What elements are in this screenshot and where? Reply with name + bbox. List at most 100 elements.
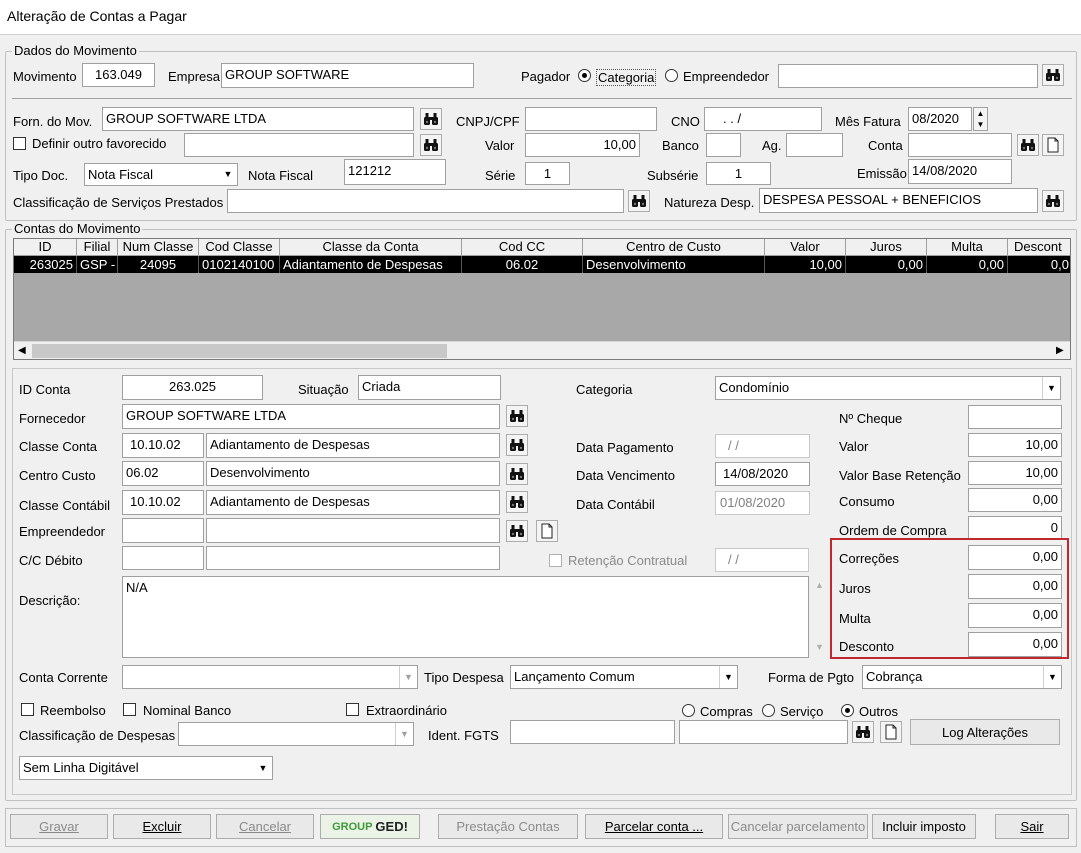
tipo-despesa-select[interactable]: Lançamento Comum ▼ bbox=[510, 665, 738, 689]
retencao-checkbox[interactable] bbox=[549, 554, 562, 567]
subserie-field[interactable]: 1 bbox=[706, 162, 771, 185]
movimento-field[interactable]: 163.049 bbox=[82, 63, 155, 87]
classe-conta-code[interactable]: 10.10.02 bbox=[122, 433, 204, 458]
grid-header-cod-cc[interactable]: Cod CC bbox=[462, 239, 583, 256]
banco-field[interactable] bbox=[706, 133, 741, 157]
serie-field[interactable]: 1 bbox=[525, 162, 570, 185]
centro-custo-code[interactable]: 06.02 bbox=[122, 461, 204, 486]
fornecedor-field[interactable]: GROUP SOFTWARE LTDA bbox=[122, 404, 500, 429]
definir-search-button[interactable] bbox=[420, 134, 442, 156]
class-servicos-field[interactable] bbox=[227, 189, 624, 213]
radio-empreendedor[interactable] bbox=[665, 69, 678, 82]
definir-field[interactable] bbox=[184, 133, 414, 157]
radio-outros[interactable] bbox=[841, 704, 854, 717]
conta-corrente-select[interactable]: ▼ bbox=[122, 665, 418, 689]
data-vencimento-field[interactable]: 14/08/2020 bbox=[715, 462, 810, 486]
grid-header-centro-custo[interactable]: Centro de Custo bbox=[583, 239, 765, 256]
grid-horizontal-scrollbar[interactable]: ◀ ▶ bbox=[14, 341, 1070, 359]
descricao-textarea[interactable]: N/A bbox=[122, 576, 809, 658]
reembolso-checkbox[interactable] bbox=[21, 703, 34, 716]
classe-conta-search-button[interactable] bbox=[506, 434, 528, 456]
juros-field[interactable]: 0,00 bbox=[968, 574, 1062, 599]
classe-contabil-code[interactable]: 10.10.02 bbox=[122, 490, 204, 515]
id-conta-field[interactable]: 263.025 bbox=[122, 375, 263, 400]
forn-search-button[interactable] bbox=[420, 108, 442, 130]
natureza-search-button[interactable] bbox=[1042, 190, 1064, 212]
cancelar-button[interactable]: Cancelar bbox=[216, 814, 314, 839]
conta-search-button[interactable] bbox=[1017, 134, 1039, 156]
mes-fatura-spinner[interactable]: ▲ ▼ bbox=[973, 107, 988, 131]
log-alteracoes-button[interactable]: Log Alterações bbox=[910, 719, 1060, 745]
fgts-search-button[interactable] bbox=[852, 721, 874, 743]
cancelar-parcelamento-button[interactable]: Cancelar parcelamento bbox=[728, 814, 868, 839]
valor-field[interactable]: 10,00 bbox=[525, 133, 640, 157]
class-servicos-search-button[interactable] bbox=[628, 190, 650, 212]
scrollbar-thumb[interactable] bbox=[32, 344, 447, 358]
ag-field[interactable] bbox=[786, 133, 843, 157]
empresa-field[interactable]: GROUP SOFTWARE bbox=[221, 63, 474, 88]
fgts-field[interactable] bbox=[510, 720, 675, 744]
radio-categoria[interactable] bbox=[578, 69, 591, 82]
parcelar-conta-button[interactable]: Parcelar conta ... bbox=[585, 814, 723, 839]
scroll-down-icon[interactable]: ▼ bbox=[815, 642, 824, 652]
retencao-field[interactable]: / / bbox=[715, 548, 809, 572]
grid-header-id[interactable]: ID bbox=[14, 239, 77, 256]
scroll-left-icon[interactable]: ◀ bbox=[18, 345, 26, 356]
scroll-up-icon[interactable]: ▲ bbox=[815, 580, 824, 590]
empreendedor-new-button[interactable] bbox=[536, 520, 558, 542]
conta-field[interactable] bbox=[908, 133, 1012, 157]
empreendedor-search-button[interactable] bbox=[506, 520, 528, 542]
multa-field[interactable]: 0,00 bbox=[968, 603, 1062, 628]
definir-checkbox[interactable] bbox=[13, 137, 26, 150]
consumo-field[interactable]: 0,00 bbox=[968, 488, 1062, 512]
conta-new-button[interactable] bbox=[1042, 134, 1064, 156]
centro-custo-desc[interactable]: Desenvolvimento bbox=[206, 461, 500, 486]
fgts-new-button[interactable] bbox=[880, 721, 902, 743]
grid-header-juros[interactable]: Juros bbox=[846, 239, 927, 256]
prestacao-contas-button[interactable]: Prestação Contas bbox=[438, 814, 578, 839]
nominal-banco-checkbox[interactable] bbox=[123, 703, 136, 716]
valor-detail-field[interactable]: 10,00 bbox=[968, 433, 1062, 457]
fornecedor-search-button[interactable] bbox=[506, 405, 528, 427]
nota-fiscal-field[interactable]: 121212 bbox=[344, 159, 446, 185]
pagador-search-button[interactable] bbox=[1042, 64, 1064, 86]
linha-digitavel-select[interactable]: Sem Linha Digitável ▼ bbox=[19, 756, 273, 780]
classe-contabil-desc[interactable]: Adiantamento de Despesas bbox=[206, 490, 500, 515]
contas-grid[interactable]: ID Filial Num Classe Cod Classe Classe d… bbox=[13, 238, 1071, 360]
cno-field[interactable]: . . / bbox=[704, 107, 822, 131]
excluir-button[interactable]: Excluir bbox=[113, 814, 211, 839]
grid-header-valor[interactable]: Valor bbox=[765, 239, 846, 256]
categoria-select[interactable]: Condomínio ▼ bbox=[715, 376, 1061, 400]
classe-contabil-search-button[interactable] bbox=[506, 491, 528, 513]
grid-header-num-classe[interactable]: Num Classe bbox=[118, 239, 199, 256]
situacao-field[interactable]: Criada bbox=[358, 375, 501, 400]
cnpj-field[interactable] bbox=[525, 107, 657, 131]
empreendedor-desc[interactable] bbox=[206, 518, 500, 543]
grid-header-multa[interactable]: Multa bbox=[927, 239, 1008, 256]
descricao-scrollbar[interactable]: ▲ ▼ bbox=[811, 576, 827, 658]
correcoes-field[interactable]: 0,00 bbox=[968, 545, 1062, 570]
radio-compras[interactable] bbox=[682, 704, 695, 717]
incluir-imposto-button[interactable]: Incluir imposto bbox=[872, 814, 976, 839]
valor-base-field[interactable]: 10,00 bbox=[968, 461, 1062, 485]
grid-header-filial[interactable]: Filial bbox=[77, 239, 118, 256]
classe-conta-desc[interactable]: Adiantamento de Despesas bbox=[206, 433, 500, 458]
grid-header-cod-classe[interactable]: Cod Classe bbox=[199, 239, 280, 256]
cc-debito-code[interactable] bbox=[122, 546, 204, 570]
extraordinario-checkbox[interactable] bbox=[346, 703, 359, 716]
group-ged-button[interactable]: GROUP GED! bbox=[320, 814, 420, 839]
cheque-field[interactable] bbox=[968, 405, 1062, 429]
sair-button[interactable]: Sair bbox=[995, 814, 1069, 839]
data-contabil-field[interactable]: 01/08/2020 bbox=[715, 491, 810, 515]
data-pagamento-field[interactable]: / / bbox=[715, 434, 810, 458]
tipo-doc-select[interactable]: Nota Fiscal ▼ bbox=[84, 163, 238, 186]
desconto-field[interactable]: 0,00 bbox=[968, 632, 1062, 657]
forma-pgto-select[interactable]: Cobrança ▼ bbox=[862, 665, 1062, 689]
grid-header-classe-conta[interactable]: Classe da Conta bbox=[280, 239, 462, 256]
gravar-button[interactable]: Gravar bbox=[10, 814, 108, 839]
ordem-compra-field[interactable]: 0 bbox=[968, 516, 1062, 540]
centro-custo-search-button[interactable] bbox=[506, 463, 528, 485]
empreendedor-code[interactable] bbox=[122, 518, 204, 543]
mes-fatura-field[interactable]: 08/2020 bbox=[908, 107, 972, 131]
emissao-field[interactable]: 14/08/2020 bbox=[908, 159, 1012, 184]
